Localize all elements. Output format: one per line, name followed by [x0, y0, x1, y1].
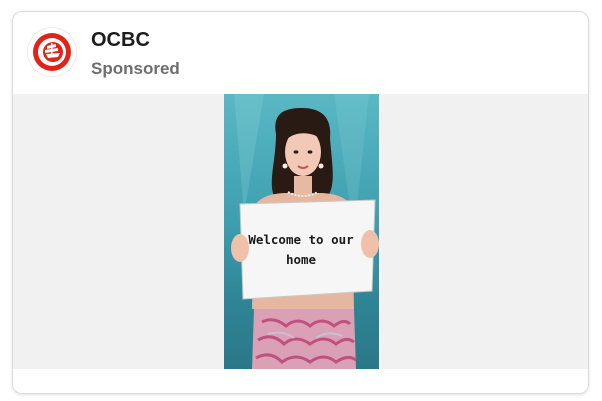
post-header: OCBC Sponsored [13, 12, 588, 94]
sponsored-label: Sponsored [91, 59, 180, 78]
sign-text: Welcome to our home [248, 232, 354, 267]
video-thumbnail[interactable]: Welcome to our home [224, 94, 379, 369]
ocbc-logo-icon[interactable] [27, 27, 77, 77]
post-footer [13, 369, 588, 393]
sponsored-post-card: OCBC Sponsored Welcome to our home [12, 11, 589, 394]
post-media[interactable]: Welcome to our home [13, 94, 588, 369]
brand-name[interactable]: OCBC [91, 29, 150, 52]
